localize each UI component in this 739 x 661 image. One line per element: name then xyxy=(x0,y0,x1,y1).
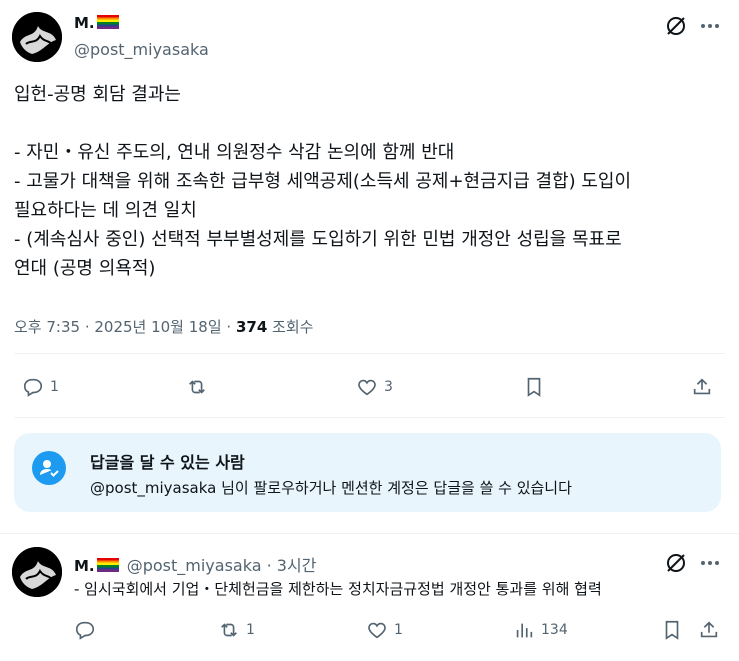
reply-permission-box: 답글을 달 수 있는 사람 @post_miyasaka 님이 팔로우하거나 멘… xyxy=(14,433,721,512)
reply-permission-title: 답글을 달 수 있는 사람 xyxy=(90,453,245,472)
like-button[interactable]: 3 xyxy=(356,376,393,398)
reply-permission-desc: @post_miyasaka 님이 팔로우하거나 멘션한 계정은 답글을 쓸 수… xyxy=(90,479,572,497)
repost-icon xyxy=(189,380,205,394)
like-icon xyxy=(368,622,386,639)
grok-icon[interactable] xyxy=(664,14,688,38)
tweet-line: 입헌-공명 회담 결과는 xyxy=(14,84,181,105)
views-count: 374 xyxy=(235,318,268,336)
repost-count: 1 xyxy=(246,622,255,638)
author-name-row: M. xyxy=(74,13,119,32)
share-button[interactable] xyxy=(698,619,720,641)
reply-avatar[interactable] xyxy=(12,547,62,597)
reply-header: M. @post_miyasaka · 3시간 xyxy=(74,552,316,576)
share-icon xyxy=(693,378,711,395)
bookmark-icon xyxy=(527,377,541,397)
author-handle[interactable]: @post_miyasaka xyxy=(74,40,209,59)
views-icon xyxy=(516,623,533,638)
tweet-line xyxy=(14,109,729,138)
reply-handle-time[interactable]: @post_miyasaka · 3시간 xyxy=(127,556,317,575)
avatar[interactable] xyxy=(12,12,62,62)
divider xyxy=(0,533,739,534)
author-name[interactable]: M. xyxy=(74,14,95,32)
reply-icon xyxy=(23,378,43,397)
timestamp[interactable]: 오후 7:35 · 2025년 10월 18일 · xyxy=(14,318,236,336)
tweet-line: - (계속심사 중인) 선택적 부부별성제를 도입하기 위한 민법 개정안 성립… xyxy=(14,229,622,250)
more-icon[interactable] xyxy=(698,14,722,38)
rainbow-flag-icon xyxy=(96,15,119,29)
like-icon xyxy=(358,379,376,396)
tweet-text: 입헌-공명 회담 결과는 - 자민・유신 주도의, 연내 의원정수 삭감 논의에… xyxy=(14,80,729,283)
reply-button[interactable]: 1 xyxy=(22,376,59,398)
tweet-line: 필요하다는 데 의견 일치 xyxy=(14,200,197,221)
bookmark-button[interactable] xyxy=(661,619,683,641)
share-button[interactable] xyxy=(691,376,713,398)
tweet-line: 연대 (공명 의욕적) xyxy=(14,258,156,279)
avatar-image xyxy=(12,547,62,597)
rainbow-flag-icon xyxy=(96,558,119,572)
reply-author-name[interactable]: M. xyxy=(74,557,95,575)
person-check-icon xyxy=(32,451,66,485)
reply-text: - 임시국회에서 기업・단체헌금을 제한하는 정치자금규정법 개정안 통과를 위… xyxy=(74,580,602,598)
repost-button[interactable]: 1 xyxy=(218,619,255,641)
divider xyxy=(14,353,725,354)
tweet-meta: 오후 7:35 · 2025년 10월 18일 · 374 조회수 xyxy=(14,316,313,337)
bookmark-icon xyxy=(665,620,679,640)
share-icon xyxy=(700,621,718,638)
bookmark-button[interactable] xyxy=(523,376,545,398)
like-count: 3 xyxy=(384,379,393,395)
repost-icon xyxy=(221,623,237,637)
reply-icon xyxy=(75,621,95,640)
tweet-line: - 자민・유신 주도의, 연내 의원정수 삭감 논의에 함께 반대 xyxy=(14,142,455,163)
views-label: 조회수 xyxy=(267,318,314,336)
repost-button[interactable] xyxy=(186,376,214,398)
reply-count: 1 xyxy=(50,379,59,395)
like-count: 1 xyxy=(394,622,403,638)
views-button[interactable]: 134 xyxy=(513,619,568,641)
views-count: 134 xyxy=(541,622,568,638)
avatar-image xyxy=(12,12,62,62)
grok-icon[interactable] xyxy=(664,551,688,575)
more-icon[interactable] xyxy=(698,551,722,575)
divider xyxy=(14,417,725,418)
like-button[interactable]: 1 xyxy=(366,619,403,641)
tweet-line: - 고물가 대책을 위해 조속한 급부형 세액공제(소득세 공제+현금지급 결합… xyxy=(14,171,632,192)
reply-button[interactable] xyxy=(74,619,102,641)
